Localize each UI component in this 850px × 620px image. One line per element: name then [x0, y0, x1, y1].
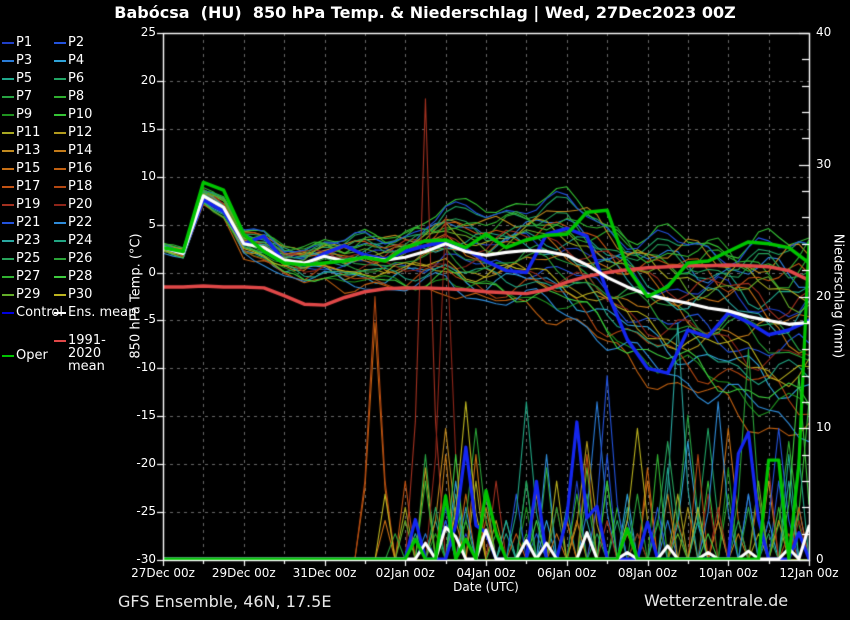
- legend-item-p10-label: P10: [68, 108, 92, 122]
- legend-item-p10-swatch: [54, 114, 66, 116]
- legend-item-p26-swatch: [54, 258, 66, 260]
- x-tick-label: 12Jan 00z: [767, 566, 850, 580]
- legend: P1 P2 P3 P4 P5 P6 P7 P8 P9 P10 P11 P12 P13 P14 P15 P16 P…: [0, 0, 118, 400]
- legend-item-p16-swatch: [54, 168, 66, 170]
- legend-item-p4-swatch: [54, 60, 66, 62]
- legend-item-p1-swatch: [2, 42, 14, 44]
- legend-item-p25-swatch: [2, 258, 14, 260]
- legend-item-p23-swatch: [2, 240, 14, 242]
- y-left-tick-label: 20: [118, 73, 156, 87]
- y-left-tick-label: 5: [118, 217, 156, 231]
- legend-item-p30-swatch: [54, 294, 66, 296]
- x-tick-label: 06Jan 00z: [525, 566, 609, 580]
- legend-item-p3-swatch: [2, 60, 14, 62]
- legend-item-p26-label: P26: [68, 252, 92, 266]
- x-tick-label: 04Jan 00z: [444, 566, 528, 580]
- legend-item-p12-swatch: [54, 132, 66, 134]
- legend-item-p9-label: P9: [16, 108, 32, 122]
- legend-item-p8-swatch: [54, 96, 66, 98]
- x-tick-label: 27Dec 00z: [121, 566, 205, 580]
- legend-item-p28-label: P28: [68, 270, 92, 284]
- legend-item-p17-swatch: [2, 186, 14, 188]
- legend-item-p19-swatch: [2, 204, 14, 206]
- legend-item-p20-swatch: [54, 204, 66, 206]
- y-left-tick-label: -15: [118, 408, 156, 422]
- y-left-tick-label: 10: [118, 169, 156, 183]
- y-left-tick-label: -30: [118, 552, 156, 566]
- legend-item-p3-label: P3: [16, 54, 32, 68]
- legend-item-p4-label: P4: [68, 54, 84, 68]
- x-tick-label: 29Dec 00z: [202, 566, 286, 580]
- legend-item-p15-label: P15: [16, 162, 40, 176]
- legend-item-climate-mean-swatch: [54, 340, 66, 342]
- y-right-tick-label: 40: [816, 25, 846, 39]
- legend-item-p5-label: P5: [16, 72, 32, 86]
- legend-item-p9-swatch: [2, 114, 14, 116]
- meteogram: Babócsa (HU) 850 hPa Temp. & Niederschla…: [0, 0, 850, 620]
- legend-item-p23-label: P23: [16, 234, 40, 248]
- y-left-tick-label: -5: [118, 312, 156, 326]
- y-right-tick-label: 10: [816, 420, 846, 434]
- legend-item-p29-label: P29: [16, 288, 40, 302]
- y-left-tick-label: -25: [118, 504, 156, 518]
- legend-item-p27-swatch: [2, 276, 14, 278]
- y-right-tick-label: 0: [816, 552, 846, 566]
- legend-item-control-swatch: [2, 312, 14, 314]
- legend-item-p29-swatch: [2, 294, 14, 296]
- legend-item-p7-swatch: [2, 96, 14, 98]
- legend-item-p14-label: P14: [68, 144, 92, 158]
- legend-item-p2-label: P2: [68, 36, 84, 50]
- legend-item-p18-swatch: [54, 186, 66, 188]
- legend-item-p17-label: P17: [16, 180, 40, 194]
- legend-item-p6-label: P6: [68, 72, 84, 86]
- legend-item-p27-label: P27: [16, 270, 40, 284]
- legend-item-p7-label: P7: [16, 90, 32, 104]
- legend-item-ens-mean-swatch: [54, 312, 66, 314]
- model-info-text: GFS Ensemble, 46N, 17.5E: [118, 592, 331, 611]
- y-left-tick-label: 25: [118, 25, 156, 39]
- y-left-tick-label: -20: [118, 456, 156, 470]
- legend-item-p15-swatch: [2, 168, 14, 170]
- legend-item-oper-swatch: [2, 355, 14, 357]
- y-right-tick-label: 30: [816, 157, 846, 171]
- legend-item-p13-swatch: [2, 150, 14, 152]
- x-tick-label: 10Jan 00z: [686, 566, 770, 580]
- legend-item-p16-label: P16: [68, 162, 92, 176]
- legend-item-p11-swatch: [2, 132, 14, 134]
- legend-item-p8-label: P8: [68, 90, 84, 104]
- site-credit-text: Wetterzentrale.de: [644, 591, 788, 610]
- legend-item-p19-label: P19: [16, 198, 40, 212]
- legend-item-p24-label: P24: [68, 234, 92, 248]
- legend-item-p28-swatch: [54, 276, 66, 278]
- legend-item-p21-label: P21: [16, 216, 40, 230]
- legend-item-p21-swatch: [2, 222, 14, 224]
- y-left-tick-label: -10: [118, 360, 156, 374]
- legend-item-p20-label: P20: [68, 198, 92, 212]
- page-title: Babócsa (HU) 850 hPa Temp. & Niederschla…: [0, 3, 850, 22]
- x-tick-label: 02Jan 00z: [363, 566, 447, 580]
- x-tick-label: 31Dec 00z: [283, 566, 367, 580]
- legend-item-p18-label: P18: [68, 180, 92, 194]
- y-left-tick-label: 0: [118, 265, 156, 279]
- legend-item-p12-label: P12: [68, 126, 92, 140]
- legend-item-p2-swatch: [54, 42, 66, 44]
- legend-item-p22-label: P22: [68, 216, 92, 230]
- legend-item-p5-swatch: [2, 78, 14, 80]
- legend-item-p13-label: P13: [16, 144, 40, 158]
- y-left-tick-label: 15: [118, 121, 156, 135]
- legend-item-p25-label: P25: [16, 252, 40, 266]
- y-right-tick-label: 20: [816, 289, 846, 303]
- x-tick-label: 08Jan 00z: [606, 566, 690, 580]
- legend-item-p11-label: P11: [16, 126, 40, 140]
- legend-item-p22-swatch: [54, 222, 66, 224]
- legend-item-p24-swatch: [54, 240, 66, 242]
- legend-item-p1-label: P1: [16, 36, 32, 50]
- legend-item-p14-swatch: [54, 150, 66, 152]
- x-axis-label: Date (UTC): [406, 580, 566, 594]
- legend-item-p30-label: P30: [68, 288, 92, 302]
- legend-item-p6-swatch: [54, 78, 66, 80]
- legend-item-oper-label: Oper: [16, 349, 48, 363]
